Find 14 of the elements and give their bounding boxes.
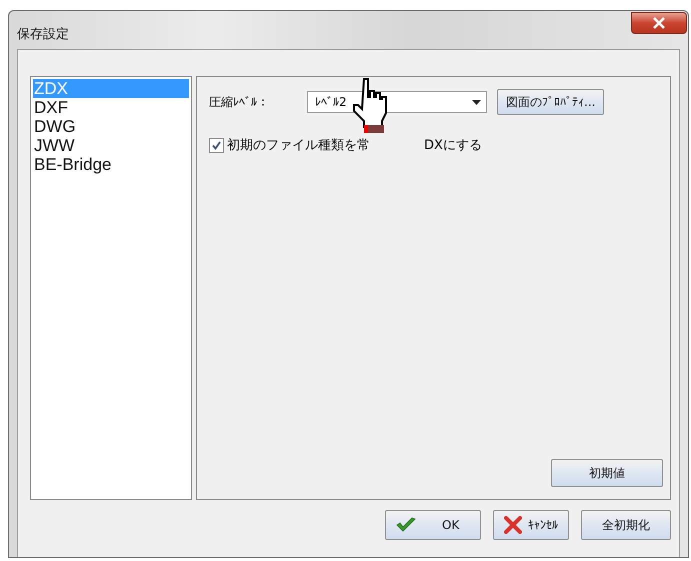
window-title: 保存設定 bbox=[17, 26, 69, 43]
format-item[interactable]: DWG bbox=[33, 117, 189, 136]
compression-label: 圧縮ﾚﾍﾞﾙ： bbox=[209, 94, 270, 110]
format-item[interactable]: DXF bbox=[33, 98, 189, 117]
cancel-button[interactable]: ｷｬﾝｾﾙ bbox=[493, 510, 569, 540]
checkbox-label: DXにする bbox=[424, 137, 482, 154]
format-item[interactable]: JWW bbox=[33, 136, 189, 155]
defaults-button[interactable]: 初期値 bbox=[551, 459, 663, 487]
ok-button[interactable]: OK bbox=[385, 510, 481, 540]
reset-all-button[interactable]: 全初期化 bbox=[581, 510, 671, 540]
format-item[interactable]: BE-Bridge bbox=[33, 155, 189, 174]
checkbox-label: 初期のファイル種類を常 bbox=[227, 137, 370, 154]
format-list[interactable]: ZDX DXF DWG JWW BE-Bridge bbox=[30, 76, 192, 500]
properties-button[interactable]: 図面のﾌﾟﾛﾊﾟﾃｨ... bbox=[497, 89, 604, 115]
